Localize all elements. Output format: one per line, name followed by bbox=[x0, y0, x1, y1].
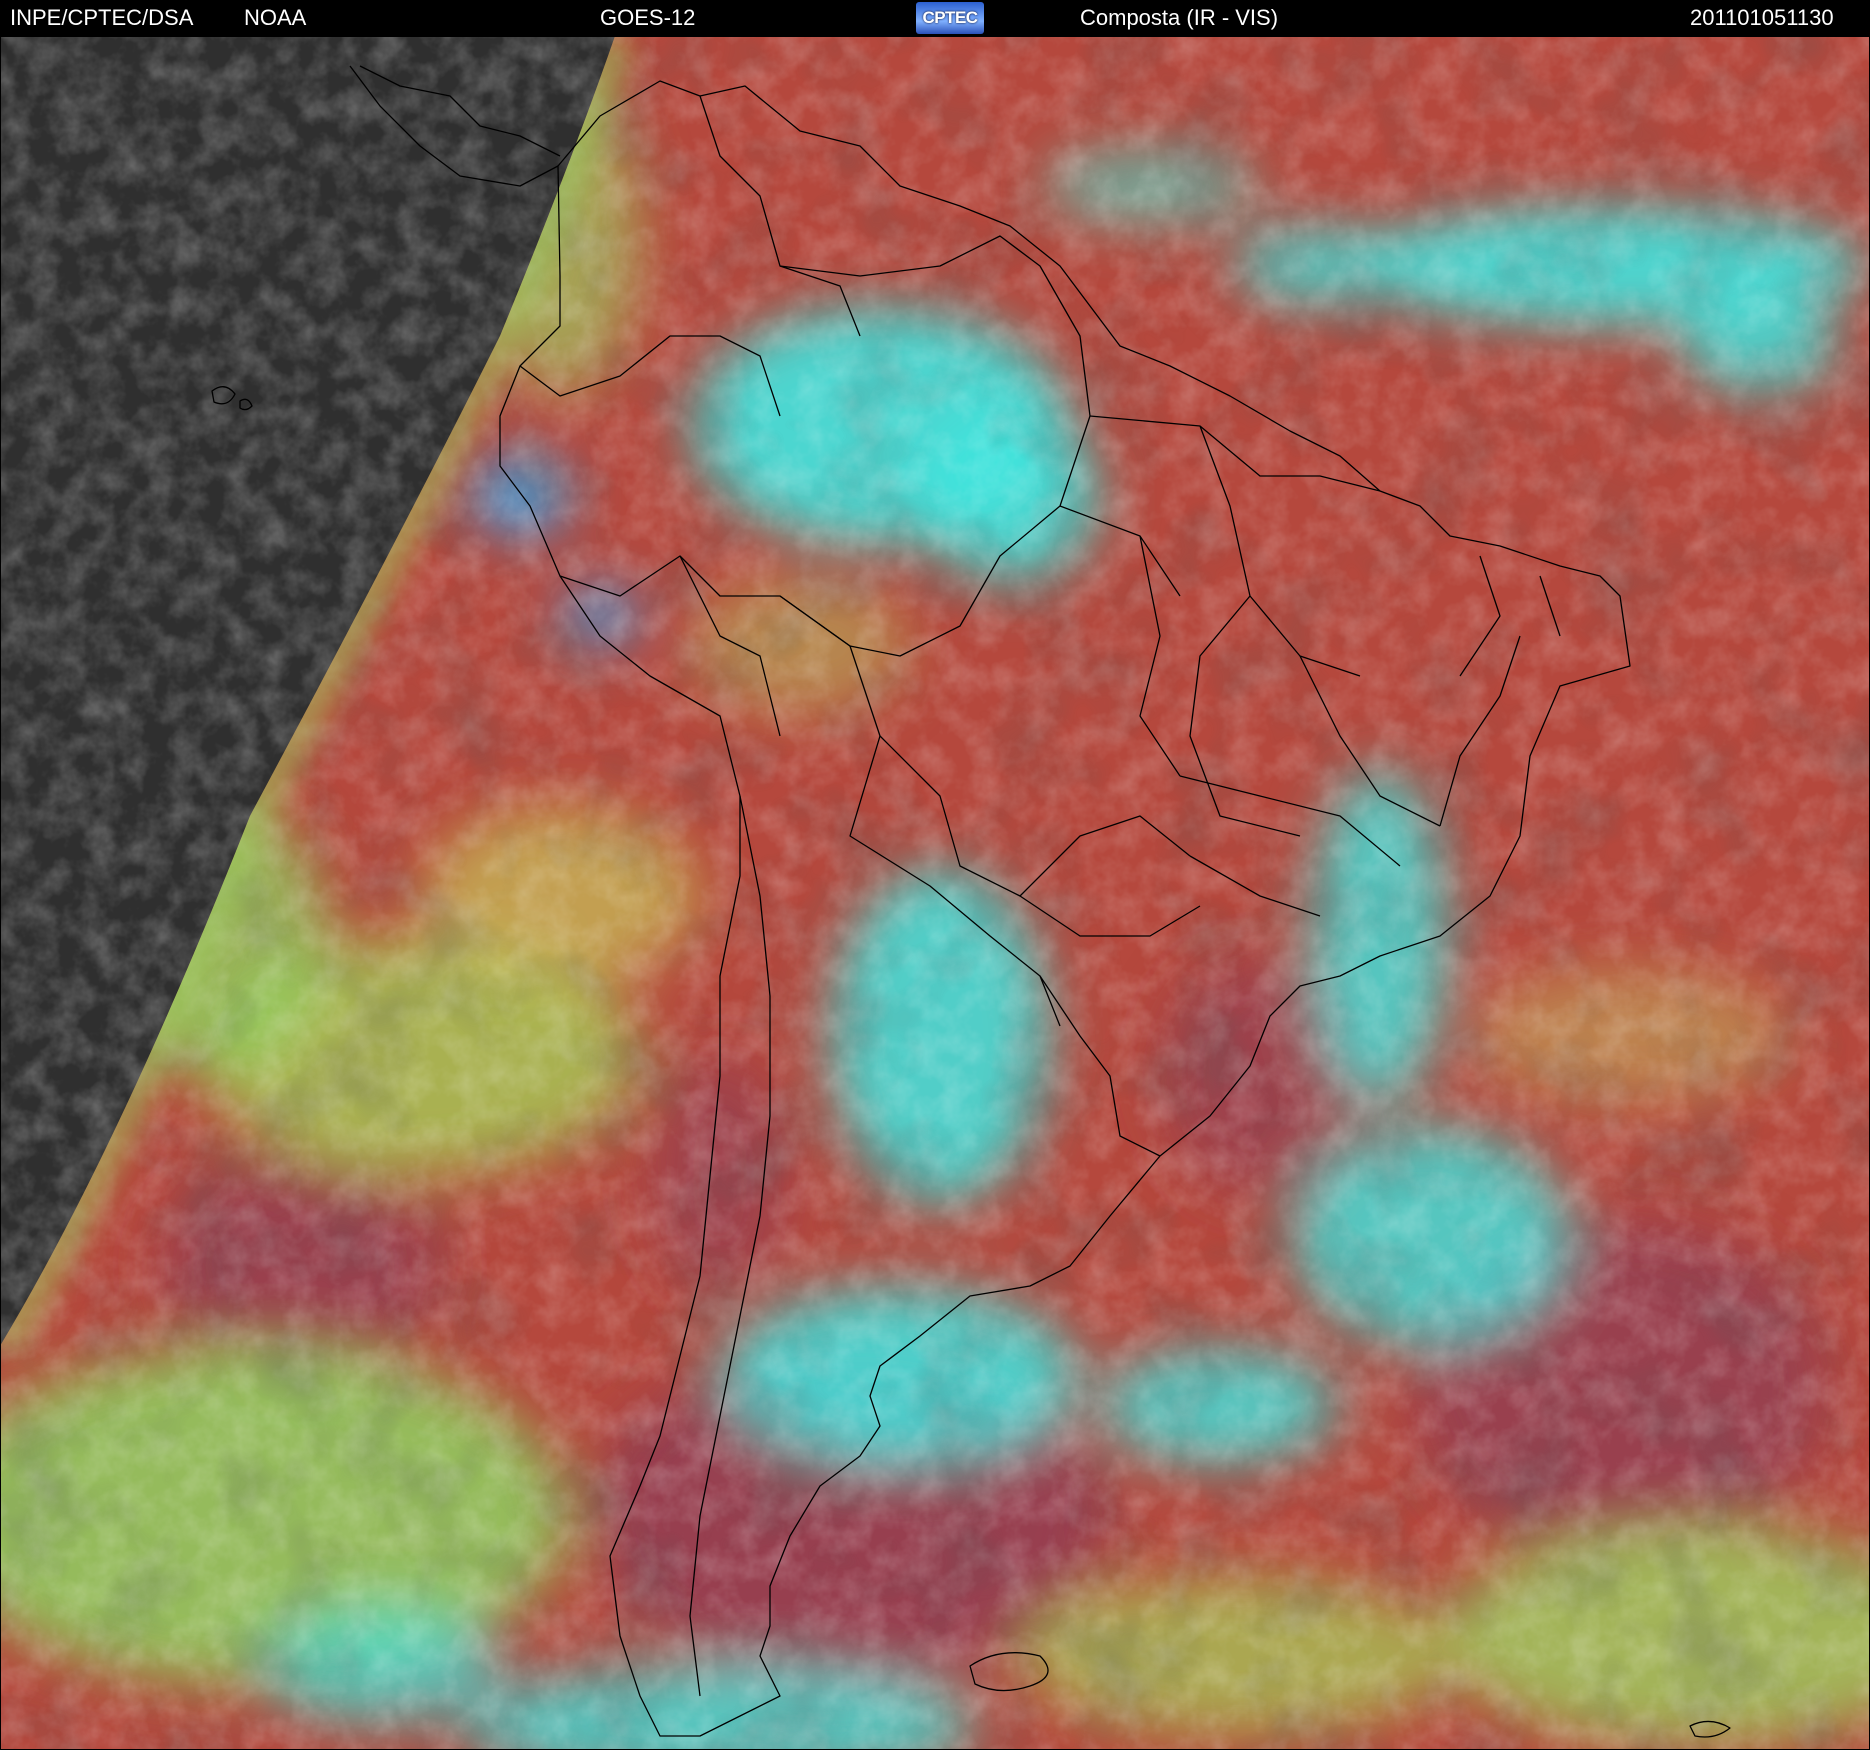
product-label: Composta (IR - VIS) bbox=[1080, 5, 1279, 30]
timestamp-label: 201101051130 bbox=[1690, 5, 1834, 30]
satellite-label: GOES-12 bbox=[600, 5, 696, 30]
agency-label: INPE/CPTEC/DSA bbox=[10, 5, 194, 30]
logo-text: CPTEC bbox=[922, 8, 978, 27]
image-header: INPE/CPTEC/DSA NOAA GOES-12 CPTEC Compos… bbox=[0, 0, 1870, 36]
cptec-logo: CPTEC bbox=[916, 2, 984, 34]
satellite-composite-map bbox=[0, 36, 1870, 1750]
source-label: NOAA bbox=[244, 5, 307, 30]
